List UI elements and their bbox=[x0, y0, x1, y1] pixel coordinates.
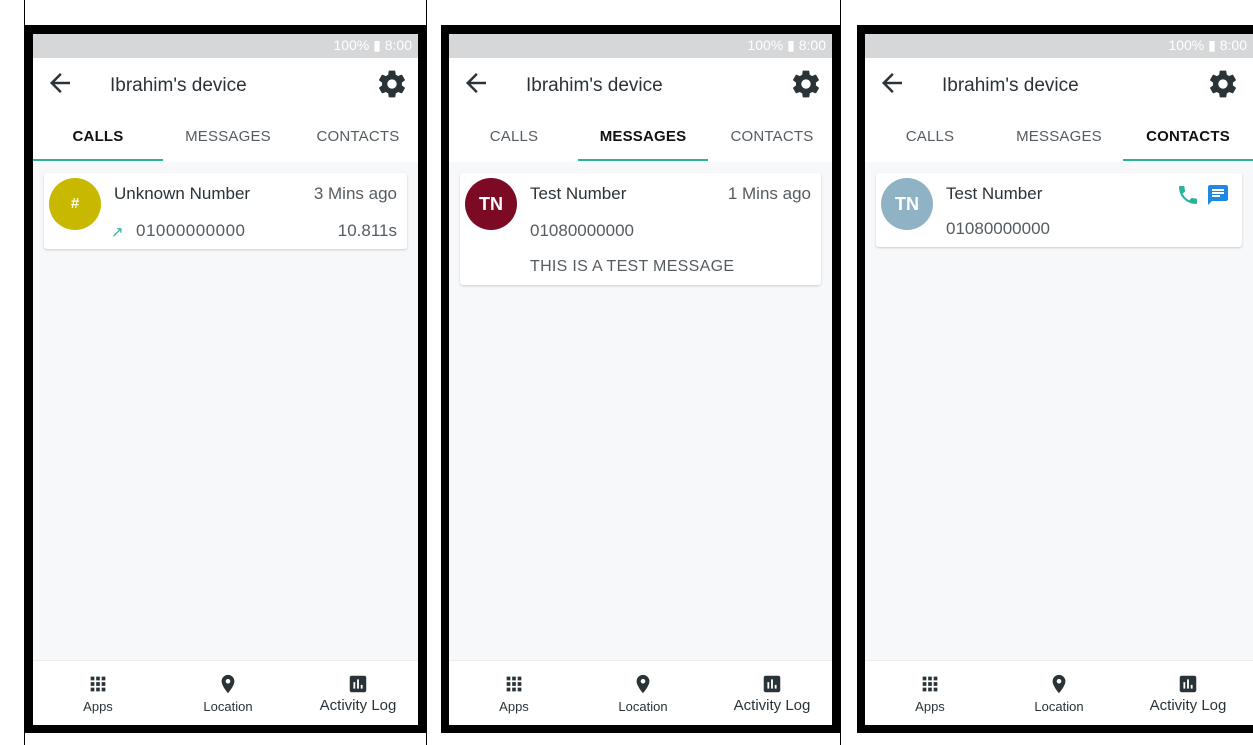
contact-item[interactable]: TN Test Number 01080000000 bbox=[876, 173, 1242, 247]
gear-icon[interactable] bbox=[1207, 68, 1239, 100]
phone-screen: 100% ▮ 8:00 Ibrahim's device CALLS MESSA… bbox=[865, 34, 1253, 725]
nav-apps-label: Apps bbox=[83, 699, 113, 714]
phone-frame-contacts: 100% ▮ 8:00 Ibrahim's device CALLS MESSA… bbox=[857, 25, 1253, 733]
page-title: Ibrahim's device bbox=[526, 75, 663, 96]
nav-activity-log-label: Activity Log bbox=[319, 697, 397, 714]
call-duration: 10.811s bbox=[337, 221, 397, 240]
page-title: Ibrahim's device bbox=[110, 75, 247, 96]
nav-apps[interactable]: Apps bbox=[33, 661, 163, 725]
message-time: 1 Mins ago bbox=[727, 184, 811, 203]
page-title: Ibrahim's device bbox=[942, 75, 1079, 96]
nav-location[interactable]: Location bbox=[994, 661, 1124, 725]
message-body: THIS IS A TEST MESSAGE bbox=[530, 258, 735, 275]
tab-bar: CALLS MESSAGES CONTACTS bbox=[33, 112, 418, 162]
sender-number: 01080000000 bbox=[530, 221, 635, 240]
avatar: TN bbox=[881, 178, 933, 230]
avatar: TN bbox=[465, 178, 517, 230]
outgoing-arrow-icon: ↗ bbox=[111, 224, 124, 241]
phone-screen: 100% ▮ 8:00 Ibrahim's device CALLS MESSA… bbox=[449, 34, 832, 725]
tab-calls[interactable]: CALLS bbox=[865, 112, 995, 162]
bar-chart-icon bbox=[349, 675, 367, 693]
tab-messages[interactable]: MESSAGES bbox=[163, 112, 293, 162]
sender-name: Test Number bbox=[530, 184, 627, 203]
bottom-nav: Apps Location Activity Log bbox=[865, 660, 1253, 725]
nav-apps[interactable]: Apps bbox=[449, 661, 579, 725]
gear-icon[interactable] bbox=[376, 68, 408, 100]
caller-number: 01000000000 bbox=[136, 221, 246, 240]
bottom-nav: Apps Location Activity Log bbox=[449, 660, 832, 725]
nav-apps-label: Apps bbox=[915, 699, 945, 714]
bottom-nav: Apps Location Activity Log bbox=[33, 660, 418, 725]
back-arrow-icon[interactable] bbox=[877, 68, 907, 98]
app-bar: Ibrahim's device bbox=[33, 58, 418, 112]
call-time: 3 Mins ago bbox=[313, 184, 397, 203]
tab-calls[interactable]: CALLS bbox=[33, 112, 163, 162]
bar-chart-icon bbox=[763, 675, 781, 693]
phone-frame-messages: 100% ▮ 8:00 Ibrahim's device CALLS MESSA… bbox=[441, 25, 840, 733]
tab-bar: CALLS MESSAGES CONTACTS bbox=[449, 112, 832, 162]
back-arrow-icon[interactable] bbox=[461, 68, 491, 98]
nav-activity-log[interactable]: Activity Log bbox=[707, 661, 832, 725]
status-text: 100% ▮ 8:00 bbox=[747, 37, 826, 53]
panel-divider bbox=[840, 0, 841, 745]
location-pin-icon bbox=[636, 674, 650, 694]
phone-icon[interactable] bbox=[1176, 183, 1200, 207]
status-text: 100% ▮ 8:00 bbox=[1168, 37, 1247, 53]
nav-activity-log[interactable]: Activity Log bbox=[293, 661, 418, 725]
back-arrow-icon[interactable] bbox=[45, 68, 75, 98]
status-bar: 100% ▮ 8:00 bbox=[33, 34, 418, 58]
caller-name: Unknown Number bbox=[114, 184, 251, 203]
contact-number: 01080000000 bbox=[946, 219, 1051, 238]
avatar: # bbox=[49, 178, 101, 230]
bar-chart-icon bbox=[1179, 675, 1197, 693]
message-icon[interactable] bbox=[1206, 183, 1230, 207]
phone-frame-calls: 100% ▮ 8:00 Ibrahim's device CALLS MESSA… bbox=[25, 25, 426, 733]
app-bar: Ibrahim's device bbox=[449, 58, 832, 112]
status-text: 100% ▮ 8:00 bbox=[333, 37, 412, 53]
contact-name: Test Number bbox=[946, 184, 1043, 203]
message-item[interactable]: TN Test Number 1 Mins ago 01080000000 TH… bbox=[460, 173, 821, 285]
apps-grid-icon bbox=[922, 676, 938, 692]
status-bar: 100% ▮ 8:00 bbox=[865, 34, 1253, 58]
status-bar: 100% ▮ 8:00 bbox=[449, 34, 832, 58]
panel-divider bbox=[426, 0, 427, 745]
nav-apps-label: Apps bbox=[499, 699, 529, 714]
tab-contacts[interactable]: CONTACTS bbox=[707, 112, 832, 162]
nav-location[interactable]: Location bbox=[578, 661, 708, 725]
location-pin-icon bbox=[1052, 674, 1066, 694]
tab-messages[interactable]: MESSAGES bbox=[578, 112, 708, 162]
tab-messages[interactable]: MESSAGES bbox=[994, 112, 1124, 162]
tab-calls[interactable]: CALLS bbox=[449, 112, 579, 162]
contact-actions bbox=[1176, 183, 1232, 207]
phone-screen: 100% ▮ 8:00 Ibrahim's device CALLS MESSA… bbox=[33, 34, 418, 725]
apps-grid-icon bbox=[90, 676, 106, 692]
call-log-item[interactable]: # Unknown Number 3 Mins ago ↗ 0100000000… bbox=[44, 173, 407, 249]
nav-location-label: Location bbox=[618, 699, 668, 714]
nav-apps[interactable]: Apps bbox=[865, 661, 995, 725]
nav-location-label: Location bbox=[203, 699, 253, 714]
nav-location-label: Location bbox=[1034, 699, 1084, 714]
location-pin-icon bbox=[221, 674, 235, 694]
tab-contacts[interactable]: CONTACTS bbox=[1123, 112, 1253, 162]
tab-bar: CALLS MESSAGES CONTACTS bbox=[865, 112, 1253, 162]
nav-location[interactable]: Location bbox=[163, 661, 293, 725]
apps-grid-icon bbox=[506, 676, 522, 692]
app-bar: Ibrahim's device bbox=[865, 58, 1253, 112]
nav-activity-log-label: Activity Log bbox=[1149, 697, 1227, 714]
nav-activity-log-label: Activity Log bbox=[733, 697, 811, 714]
tab-contacts[interactable]: CONTACTS bbox=[293, 112, 418, 162]
nav-activity-log[interactable]: Activity Log bbox=[1123, 661, 1253, 725]
gear-icon[interactable] bbox=[790, 68, 822, 100]
